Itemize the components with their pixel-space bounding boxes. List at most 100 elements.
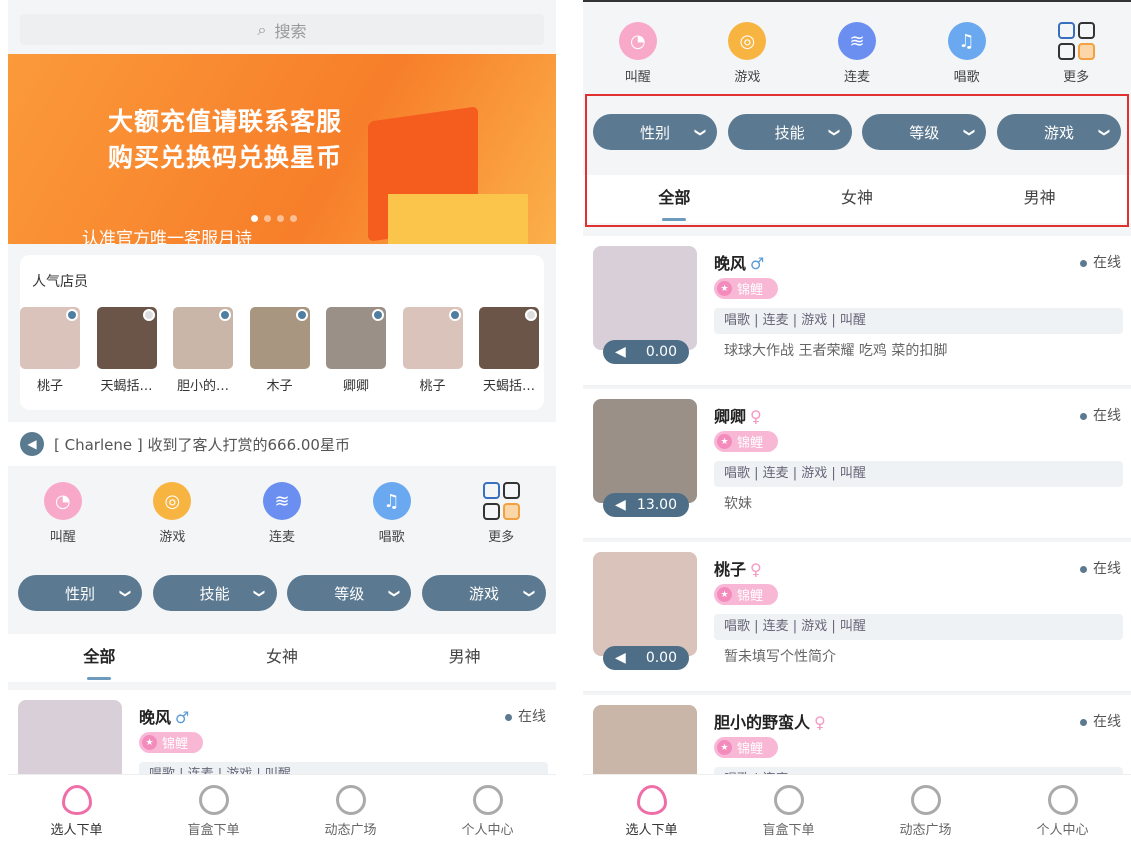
status-badge: 在线: [1080, 711, 1121, 731]
list-item[interactable]: ◀ 0.00 桃子 ♀ 在线 ★ 锦鲤 唱歌 | 连麦 | 游戏 | 叫醒 暂未填写个…: [583, 542, 1131, 692]
category-0[interactable]: ◔ 叫醒: [23, 482, 103, 545]
avatar: [326, 307, 386, 369]
filter-dropdown-2[interactable]: 等级 ❯: [287, 575, 412, 611]
staff-item[interactable]: 桃子: [402, 307, 463, 394]
speaker-icon: ◀: [615, 497, 626, 513]
filter-dropdown-0[interactable]: 性别 ❯: [18, 575, 142, 611]
nav-item-1[interactable]: 盲盒下单: [720, 775, 857, 844]
gender-icon: ♂: [750, 254, 765, 273]
user-icon: [472, 785, 503, 815]
category-3[interactable]: ♫ 唱歌: [352, 482, 432, 545]
star-icon: ★: [717, 587, 732, 602]
staff-item[interactable]: 卿卿: [326, 307, 386, 394]
status-badge: 在线: [1080, 405, 1121, 425]
level-badge: ★ 锦鲤: [714, 584, 778, 605]
blind-box-icon: [198, 785, 229, 815]
avatar: [593, 399, 697, 503]
list-item[interactable]: ◀0.00 晚风♂ 在线 ★锦鲤 唱歌 | 连麦 | 游戏 | 叫醒 球球大作战…: [583, 236, 1131, 386]
staff-item[interactable]: 木子: [249, 307, 310, 394]
level-badge: ★ 锦鲤: [714, 431, 778, 452]
heart-icon: [61, 785, 92, 815]
category-row: ◔ 叫醒 ◎ 游戏 ≋ 连麦 ♫ 唱歌 更多: [8, 482, 556, 545]
skills-list: 唱歌 | 连麦 | 游戏 | 叫醒: [714, 614, 1123, 640]
carousel-dots[interactable]: [251, 215, 297, 222]
voice-price-button[interactable]: ◀ 13.00: [603, 493, 689, 517]
category-2[interactable]: ≋ 连麦: [817, 22, 897, 85]
category-2[interactable]: ≋ 连麦: [242, 482, 322, 545]
notice-bar: ◀[ Charlene ] 收到了客人打赏的666.00星币: [8, 422, 556, 466]
grid-more-icon: [482, 482, 520, 520]
section-title: 人气店员: [32, 274, 88, 290]
skills-list: 唱歌 | 连麦 | 游戏 | 叫醒: [714, 308, 1123, 334]
staff-item[interactable]: 天蝎括…: [479, 307, 539, 394]
tab-2[interactable]: 男神: [373, 634, 556, 682]
category-0[interactable]: ◔ 叫醒: [598, 22, 678, 85]
chat-icon: [335, 785, 366, 815]
filter-row: 性别 ❯ 技能 ❯ 等级 ❯ 游戏 ❯: [18, 575, 546, 611]
alarm-clock-icon: ◔: [618, 22, 657, 60]
promo-banner[interactable]: 大额充值请联系客服 购买兑换码兑换星币 认准官方唯一客服月诗: [8, 54, 556, 244]
category-1[interactable]: ◎ 游戏: [132, 482, 212, 545]
voice-price-button[interactable]: ◀0.00: [603, 340, 689, 364]
left-phone-screen: ⌕ 搜索 大额充值请联系客服 购买兑换码兑换星币 认准官方唯一客服月诗 人气店员 …: [8, 0, 556, 844]
voice-wave-icon: ≋: [837, 22, 876, 60]
chevron-down-icon: ❯: [693, 127, 707, 137]
nav-item-2[interactable]: 动态广场: [282, 775, 419, 844]
user-name: 卿卿: [714, 407, 747, 426]
speaker-icon: ◀: [615, 344, 626, 360]
nav-item-3[interactable]: 个人中心: [994, 775, 1131, 844]
category-1[interactable]: ◎ 游戏: [707, 22, 787, 85]
star-icon: ★: [717, 740, 732, 755]
filter-dropdown-1[interactable]: 技能 ❯: [152, 575, 277, 611]
nav-item-0[interactable]: 选人下单: [583, 775, 720, 844]
filter-dropdown-3[interactable]: 游戏 ❯: [996, 114, 1121, 150]
intro-text: 暂未填写个性简介: [724, 649, 836, 665]
tab-1[interactable]: 女神: [191, 634, 374, 682]
level-badge: ★ 锦鲤: [714, 737, 778, 758]
status-badge: 在线: [1080, 252, 1121, 272]
filter-dropdown-3[interactable]: 游戏 ❯: [421, 575, 546, 611]
avatar: [249, 307, 310, 369]
category-4[interactable]: 更多: [461, 482, 541, 545]
intro-text: 软妹: [724, 496, 752, 512]
chevron-down-icon: ❯: [828, 127, 842, 137]
gender-icon: ♀: [750, 407, 762, 426]
tab-0[interactable]: 全部: [8, 634, 191, 682]
skills-list: 唱歌 | 连麦 | 游戏 | 叫醒: [714, 461, 1123, 487]
nav-item-0[interactable]: 选人下单: [8, 775, 145, 844]
search-input[interactable]: ⌕ 搜索: [20, 14, 544, 45]
filter-dropdown-1[interactable]: 技能 ❯: [727, 114, 852, 150]
tab-1[interactable]: 女神: [766, 175, 949, 223]
gender-icon: ♀: [814, 713, 826, 732]
gender-icon: ♂: [175, 708, 190, 727]
user-icon: [1047, 785, 1078, 815]
game-icon: ◎: [728, 22, 767, 60]
category-row: ◔ 叫醒 ◎ 游戏 ≋ 连麦 ♫ 唱歌 更多: [583, 22, 1131, 85]
user-name: 桃子: [714, 560, 747, 579]
category-3[interactable]: ♫ 唱歌: [927, 22, 1007, 85]
bottom-nav: 选人下单 盲盒下单 动态广场 个人中心: [8, 774, 556, 844]
nav-item-2[interactable]: 动态广场: [857, 775, 994, 844]
star-icon: ★: [717, 281, 732, 296]
staff-item[interactable]: 胆小的…: [173, 307, 233, 394]
chevron-down-icon: ❯: [118, 588, 132, 598]
filter-dropdown-2[interactable]: 等级 ❯: [862, 114, 987, 150]
list-item[interactable]: ◀ 13.00 卿卿 ♀ 在线 ★ 锦鲤 唱歌 | 连麦 | 游戏 | 叫醒 软妹: [583, 389, 1131, 539]
intro-text: 球球大作战 王者荣耀 吃鸡 菜的扣脚: [724, 343, 948, 359]
alarm-clock-icon: ◔: [43, 482, 82, 520]
category-4[interactable]: 更多: [1036, 22, 1116, 85]
user-name: 晚风: [139, 708, 172, 727]
staff-item[interactable]: 天蝎括…: [96, 307, 157, 394]
nav-item-3[interactable]: 个人中心: [419, 775, 556, 844]
tab-bar: 全部 女神 男神: [583, 175, 1131, 223]
tab-2[interactable]: 男神: [948, 175, 1131, 223]
nav-item-1[interactable]: 盲盒下单: [145, 775, 282, 844]
tab-0[interactable]: 全部: [583, 175, 766, 223]
status-badge: 在线: [505, 706, 546, 726]
bottom-nav: 选人下单 盲盒下单 动态广场 个人中心: [583, 774, 1131, 844]
chevron-down-icon: ❯: [253, 588, 267, 598]
speaker-icon: ◀: [615, 650, 626, 666]
filter-dropdown-0[interactable]: 性别 ❯: [593, 114, 717, 150]
staff-item[interactable]: 桃子: [20, 307, 80, 394]
voice-price-button[interactable]: ◀0.00: [603, 646, 689, 670]
